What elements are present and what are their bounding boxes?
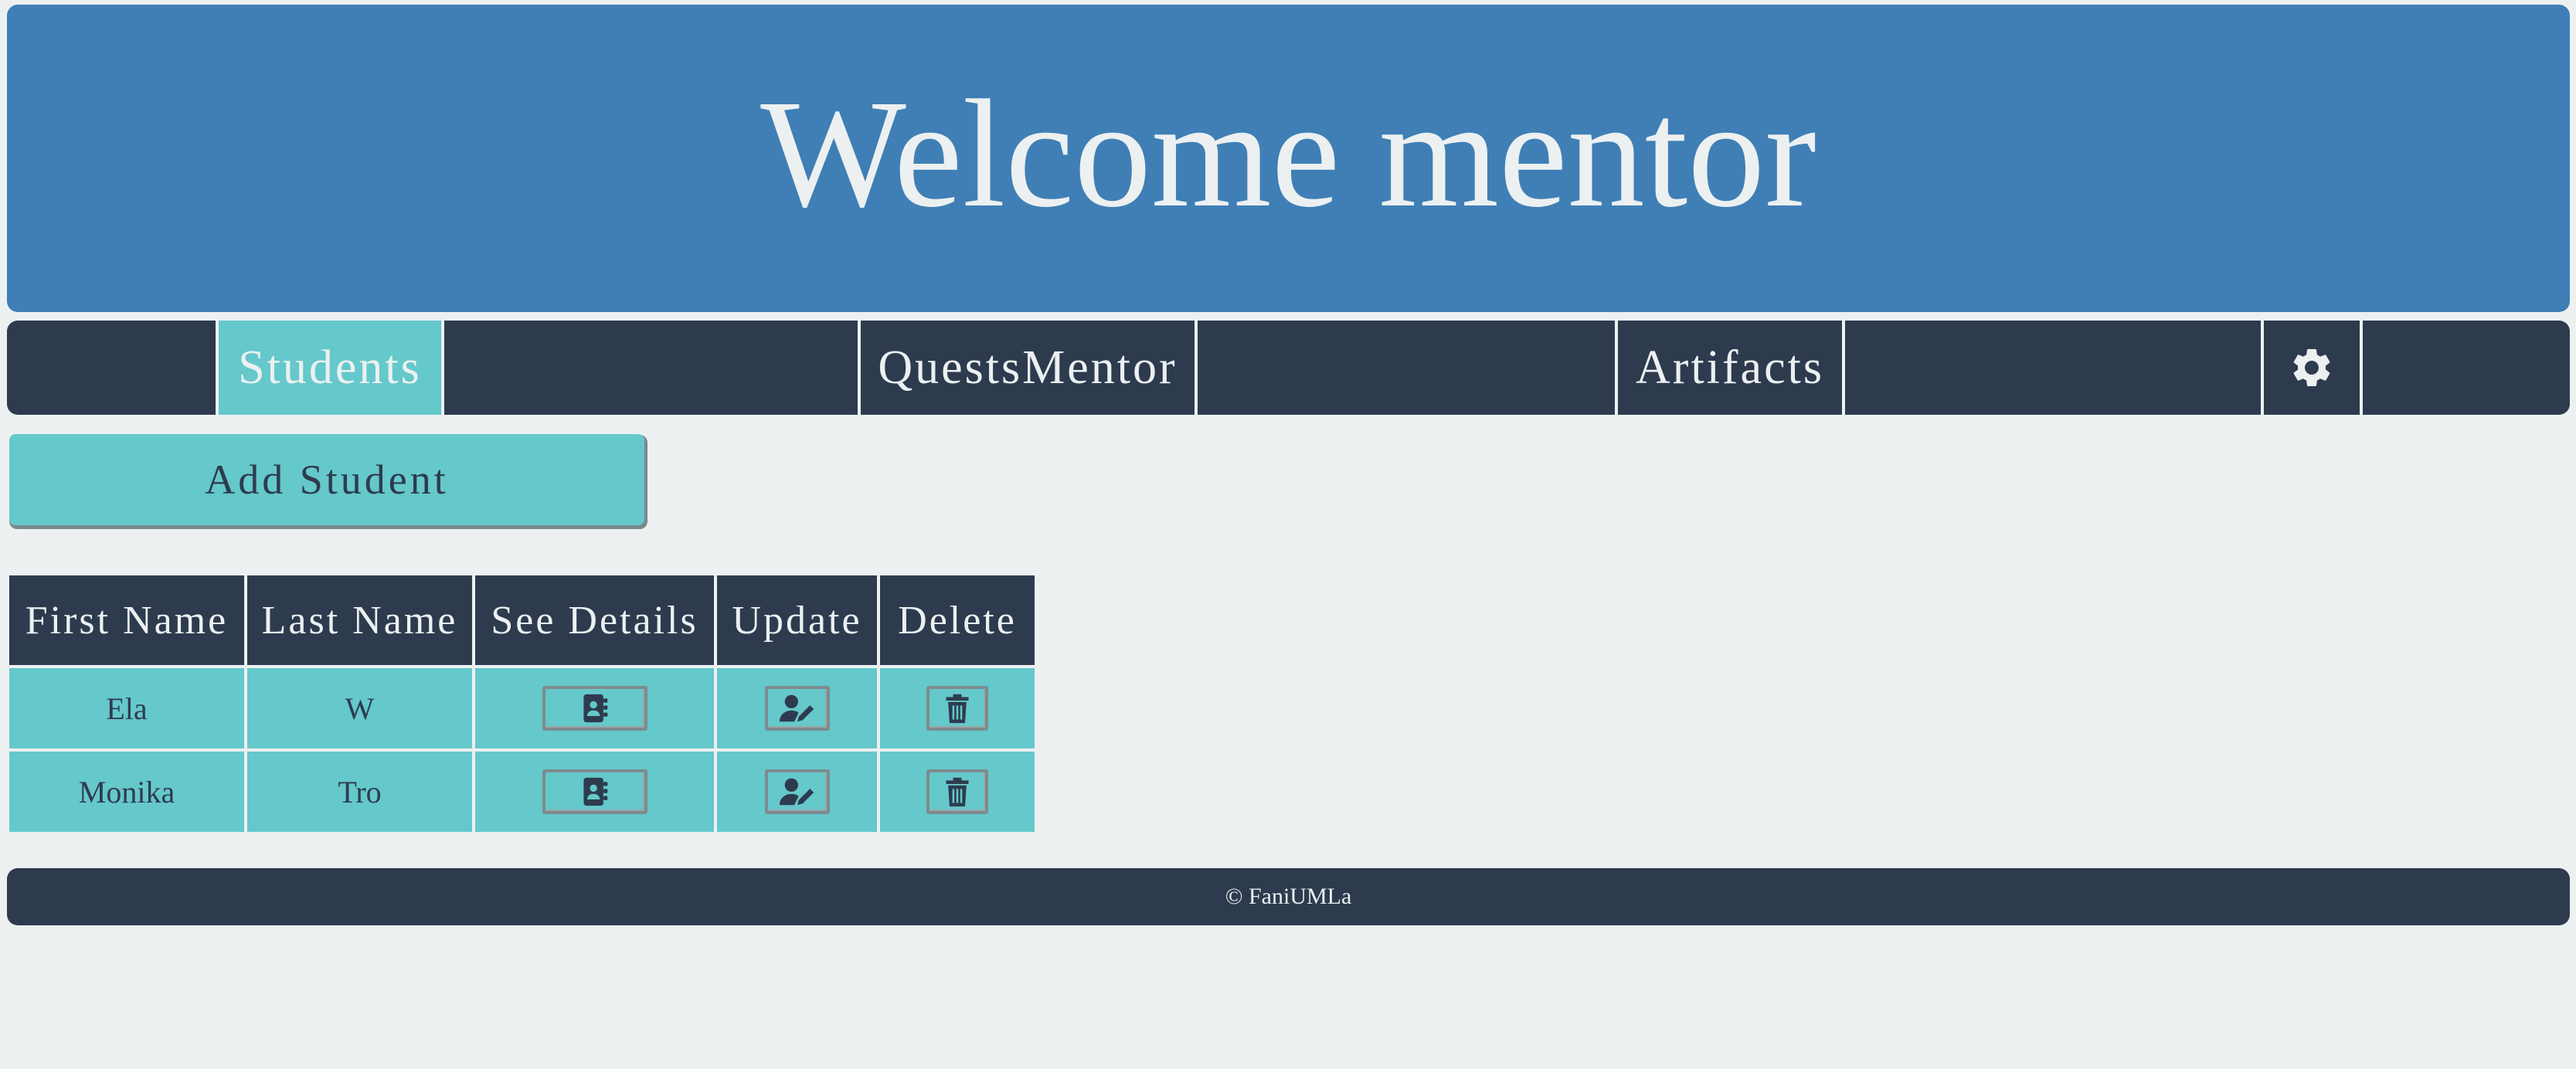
column-header-update: Update — [717, 575, 877, 665]
update-button[interactable] — [764, 769, 830, 814]
user-edit-icon — [779, 694, 814, 722]
nav-divider — [1195, 321, 1198, 415]
footer: © FaniUMLa — [7, 868, 2570, 925]
address-book-icon — [583, 694, 607, 723]
footer-copyright: © FaniUMLa — [1225, 884, 1352, 909]
column-header-see-details: See Details — [475, 575, 714, 665]
column-header-last-name: Last Name — [247, 575, 472, 665]
nav-divider — [1842, 321, 1845, 415]
nav-divider — [2360, 321, 2363, 415]
cell-first-name: Monika — [9, 752, 244, 832]
trash-icon — [946, 694, 969, 724]
cell-update — [717, 752, 877, 832]
nav-item-quests-mentor[interactable]: QuestsMentor — [861, 321, 1195, 415]
cell-last-name: W — [247, 668, 472, 748]
cell-see-details — [475, 752, 714, 832]
column-header-first-name: First Name — [9, 575, 244, 665]
nav-item-students[interactable]: Students — [219, 321, 441, 415]
page-title: Welcome mentor — [760, 69, 1816, 239]
cell-see-details — [475, 668, 714, 748]
update-button[interactable] — [764, 686, 830, 731]
user-edit-icon — [779, 778, 814, 806]
settings-button[interactable] — [2264, 321, 2360, 415]
delete-button[interactable] — [926, 686, 988, 731]
cell-update — [717, 668, 877, 748]
see-details-button[interactable] — [542, 769, 647, 814]
main-nav: Students QuestsMentor Artifacts — [7, 321, 2570, 415]
cell-first-name: Ela — [9, 668, 244, 748]
nav-divider — [441, 321, 444, 415]
nav-item-artifacts[interactable]: Artifacts — [1618, 321, 1842, 415]
cell-delete — [880, 668, 1035, 748]
column-header-delete: Delete — [880, 575, 1035, 665]
cell-last-name: Tro — [247, 752, 472, 832]
cell-delete — [880, 752, 1035, 832]
gear-icon — [2293, 349, 2330, 386]
see-details-button[interactable] — [542, 686, 647, 731]
address-book-icon — [583, 777, 607, 806]
delete-button[interactable] — [926, 769, 988, 814]
trash-icon — [946, 777, 969, 807]
page-header: Welcome mentor — [7, 5, 2570, 312]
add-student-button[interactable]: Add Student — [9, 434, 644, 525]
